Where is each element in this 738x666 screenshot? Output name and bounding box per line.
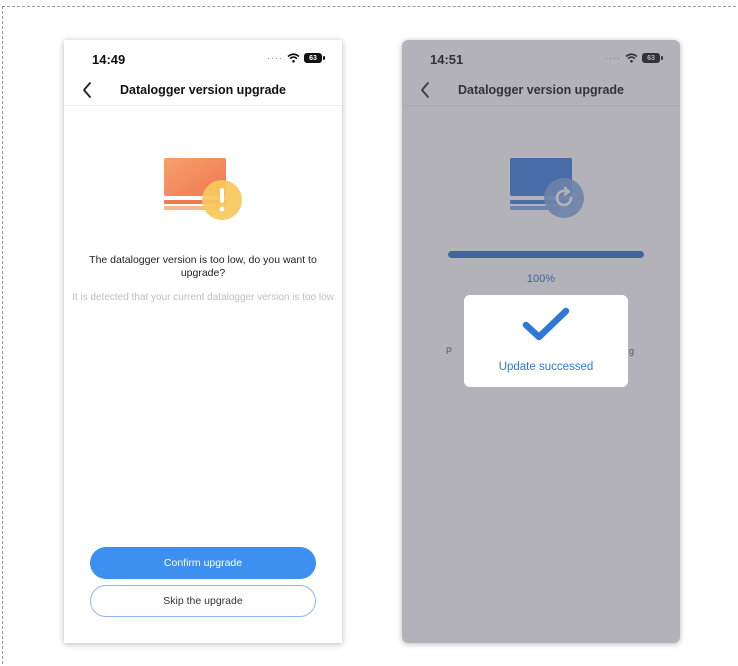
success-toast: Update successed xyxy=(464,295,628,387)
check-icon xyxy=(522,307,570,341)
warning-icon xyxy=(164,158,242,220)
success-message: Update successed xyxy=(498,361,594,373)
upgrade-question: The datalogger version is too low, do yo… xyxy=(89,254,317,279)
skip-upgrade-button[interactable]: Skip the upgrade xyxy=(90,585,316,617)
battery-icon: 63 xyxy=(304,53,325,63)
status-icons: ···· 63 xyxy=(267,53,325,63)
signal-dots-icon: ···· xyxy=(267,53,283,63)
page-title: Datalogger version upgrade xyxy=(119,83,286,97)
upgrade-detail: It is detected that your current datalog… xyxy=(72,292,334,303)
phone-upgrade-complete: 14:51 ···· 63 Datalogger version upgrade… xyxy=(402,40,680,643)
nav-bar: Datalogger version upgrade xyxy=(64,76,342,106)
battery-level: 63 xyxy=(309,54,317,62)
confirm-upgrade-button[interactable]: Confirm upgrade xyxy=(90,547,316,579)
status-time: 14:49 xyxy=(92,52,126,67)
phone-upgrade-prompt: 14:49 ···· 63 Datalogger version upgrade xyxy=(64,40,342,643)
wifi-icon xyxy=(287,53,300,63)
status-bar: 14:49 ···· 63 xyxy=(64,40,342,80)
